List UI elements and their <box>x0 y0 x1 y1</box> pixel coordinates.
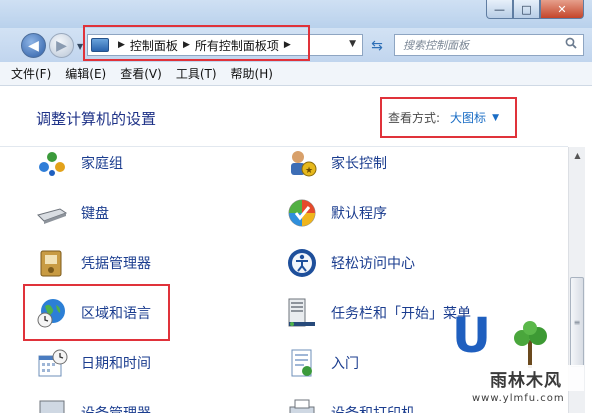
item-date-time[interactable]: 日期和时间 <box>36 347 151 379</box>
title-bar: — □ ✕ <box>0 0 592 28</box>
svg-text:★: ★ <box>305 166 313 176</box>
item-parental-controls[interactable]: ★ 家长控制 <box>286 147 387 179</box>
default-programs-icon <box>288 199 316 227</box>
item-label: 任务栏和「开始」菜单 <box>331 306 471 322</box>
printer-icon <box>289 399 315 413</box>
item-label: 家长控制 <box>331 156 387 172</box>
refresh-button[interactable]: ⇆ <box>366 35 388 56</box>
arrow-right-icon: ▶ <box>56 37 67 54</box>
refresh-icon: ⇆ <box>371 37 383 54</box>
taskbar-icon <box>288 298 315 327</box>
credential-manager-icon <box>40 250 62 277</box>
device-manager-icon <box>39 400 65 413</box>
item-getting-started[interactable]: 入门 <box>286 347 359 379</box>
watermark-tree-logo <box>514 321 547 368</box>
item-homegroup[interactable]: 家庭组 <box>36 147 123 179</box>
menu-edit[interactable]: 编辑(E) <box>58 65 113 82</box>
item-keyboard[interactable]: 键盘 <box>36 197 109 229</box>
watermark-letter: U <box>452 308 491 364</box>
item-label: 默认程序 <box>331 206 387 222</box>
item-label: 设备和打印机 <box>331 403 415 413</box>
ease-of-access-icon <box>288 249 316 277</box>
menu-tools[interactable]: 工具(T) <box>169 65 224 82</box>
menu-help[interactable]: 帮助(H) <box>224 65 280 82</box>
window-controls: — □ ✕ <box>486 0 584 19</box>
item-label: 设备管理器 <box>81 403 151 413</box>
menu-bar: 文件(F) 编辑(E) 查看(V) 工具(T) 帮助(H) <box>0 62 592 86</box>
item-label: 入门 <box>331 356 359 372</box>
watermark-url: www.ylmfu.com <box>472 393 565 404</box>
back-button[interactable]: ◀ <box>21 33 46 58</box>
item-device-manager[interactable]: 设备管理器 <box>36 397 151 413</box>
scroll-up-icon[interactable]: ▲ <box>569 147 586 164</box>
menu-view[interactable]: 查看(V) <box>113 65 169 82</box>
item-ease-of-access[interactable]: 轻松访问中心 <box>286 247 415 279</box>
minimize-button[interactable]: — <box>486 0 513 19</box>
watermark-site-name: 雨林木风 <box>468 365 584 391</box>
item-label: 轻松访问中心 <box>331 256 415 272</box>
item-label: 日期和时间 <box>81 356 151 372</box>
address-dropdown-icon[interactable]: ▼ <box>349 39 356 49</box>
parental-controls-icon: ★ <box>291 151 317 177</box>
item-devices-printers[interactable]: 设备和打印机 <box>286 397 415 413</box>
item-taskbar-start-menu[interactable]: 任务栏和「开始」菜单 <box>286 297 471 329</box>
close-button[interactable]: ✕ <box>540 0 584 19</box>
search-box[interactable] <box>394 34 584 56</box>
region-highlight-box <box>23 284 170 341</box>
search-input[interactable] <box>403 36 563 54</box>
item-label: 家庭组 <box>81 156 123 172</box>
calendar-clock-icon <box>38 349 68 377</box>
menu-file[interactable]: 文件(F) <box>4 65 58 82</box>
item-label: 凭据管理器 <box>81 256 151 272</box>
view-mode-highlight-box <box>380 97 517 138</box>
search-icon[interactable] <box>565 37 577 49</box>
maximize-button[interactable]: □ <box>513 0 540 19</box>
item-label: 键盘 <box>81 206 109 222</box>
page-title: 调整计算机的设置 <box>36 110 157 128</box>
keyboard-icon <box>37 208 68 224</box>
address-highlight-box <box>83 25 310 61</box>
arrow-left-icon: ◀ <box>28 37 39 54</box>
getting-started-icon <box>291 349 312 377</box>
homegroup-icon <box>39 152 65 176</box>
forward-button[interactable]: ▶ <box>49 33 74 58</box>
item-default-programs[interactable]: 默认程序 <box>286 197 387 229</box>
scroll-thumb[interactable]: ≡ <box>570 277 584 367</box>
item-credential-manager[interactable]: 凭据管理器 <box>36 247 151 279</box>
